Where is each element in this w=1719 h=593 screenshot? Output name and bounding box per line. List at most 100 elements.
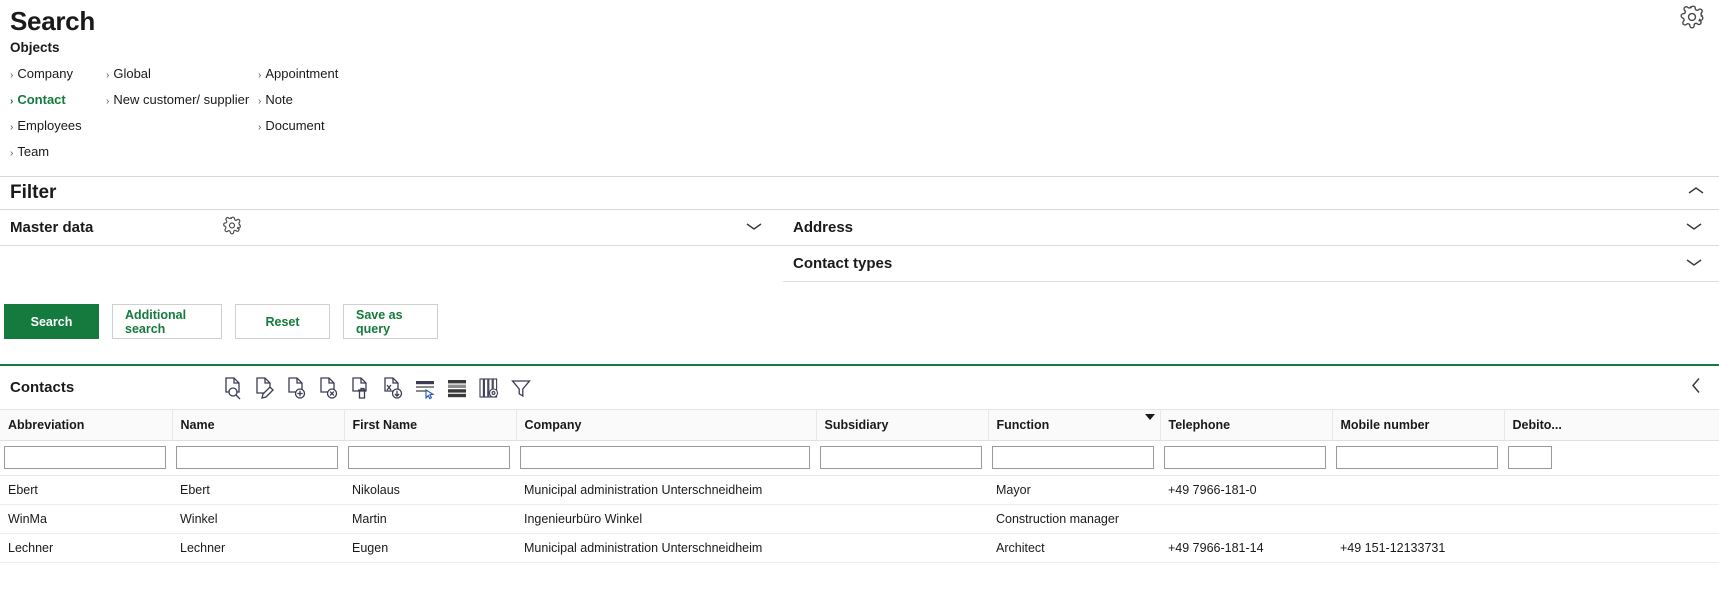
- cell-company: Municipal administration Unterschneidhei…: [516, 533, 816, 563]
- filter-input-company[interactable]: [520, 446, 810, 469]
- table-rows-icon[interactable]: [446, 376, 468, 400]
- filter-input-subsidiary[interactable]: [820, 446, 982, 469]
- object-link-team[interactable]: › Team: [10, 140, 106, 166]
- object-link-contact[interactable]: › Contact: [10, 88, 106, 114]
- chevron-right-icon: ›: [10, 70, 14, 81]
- column-label: First Name: [352, 418, 418, 432]
- chevron-right-icon: ›: [258, 70, 262, 81]
- additional-search-button[interactable]: Additional search: [112, 304, 222, 339]
- column-header-telephone[interactable]: Telephone: [1160, 410, 1333, 441]
- filter-cell-subsidiary: [816, 440, 988, 476]
- cell-first-name: Martin: [344, 504, 516, 534]
- column-label: Debito...: [1512, 418, 1562, 432]
- column-header-abbreviation[interactable]: Abbreviation: [0, 410, 173, 441]
- column-label: Function: [996, 418, 1050, 432]
- column-header-name[interactable]: Name: [172, 410, 345, 441]
- object-link-employees[interactable]: › Employees: [10, 114, 106, 140]
- column-header-subsidiary[interactable]: Subsidiary: [816, 410, 989, 441]
- filter-input-first-name[interactable]: [348, 446, 510, 469]
- filter-panel-address[interactable]: Address: [783, 210, 1719, 246]
- object-link-appointment[interactable]: › Appointment: [258, 62, 478, 88]
- gear-icon[interactable]: [222, 215, 242, 240]
- column-header-debitor[interactable]: Debito...: [1504, 410, 1719, 441]
- chevron-down-icon[interactable]: [1685, 219, 1703, 237]
- select-rows-icon[interactable]: [414, 376, 436, 400]
- filter-panels: Master data Address Contact types: [0, 210, 1719, 288]
- table-row[interactable]: WinMa Winkel Martin Ingenieurbüro Winkel…: [0, 504, 1719, 534]
- chevron-right-icon: ›: [10, 148, 14, 159]
- chevron-right-icon: ›: [10, 122, 14, 133]
- cell-abbreviation: Ebert: [0, 475, 172, 505]
- cell-telephone: +49 7966-181-14: [1160, 533, 1332, 563]
- column-label: Name: [180, 418, 215, 432]
- cell-subsidiary: [816, 533, 988, 563]
- document-edit-icon[interactable]: [254, 376, 276, 400]
- document-remove-icon[interactable]: [318, 376, 340, 400]
- search-page: Search Objects › Company › Contact › Employ…: [0, 0, 1719, 593]
- chevron-right-icon: ›: [106, 96, 110, 107]
- filter-panel-contact-types[interactable]: Contact types: [783, 246, 1719, 282]
- cell-debitor: [1504, 504, 1719, 534]
- chevron-down-icon[interactable]: [1685, 255, 1703, 273]
- filter-cell-mobile-number: [1332, 440, 1504, 476]
- save-as-query-button[interactable]: Save as query: [343, 304, 438, 339]
- object-link-new-customer-supplier[interactable]: › New customer/ supplier: [106, 88, 258, 114]
- filter-input-function[interactable]: [992, 446, 1154, 469]
- contacts-title: Contacts: [10, 379, 75, 396]
- filter-panel-label: Master data: [10, 218, 94, 236]
- search-button[interactable]: Search: [4, 304, 99, 339]
- filter-section-header[interactable]: Filter: [0, 176, 1719, 210]
- column-filter-row: [0, 440, 1719, 476]
- column-label: Company: [524, 418, 582, 432]
- action-button-row: Search Additional search Reset Save as q…: [0, 288, 1719, 360]
- cell-abbreviation: Lechner: [0, 533, 172, 563]
- table-header-row: Abbreviation Name First Name Company Sub…: [0, 410, 1719, 441]
- filter-panel-label: Contact types: [793, 254, 893, 272]
- column-header-first-name[interactable]: First Name: [344, 410, 517, 441]
- filter-input-debitor[interactable]: [1508, 446, 1552, 469]
- column-settings-icon[interactable]: [478, 376, 500, 400]
- cell-first-name: Eugen: [344, 533, 516, 563]
- objects-column-3: › Appointment › Note › Document: [258, 62, 478, 166]
- document-delete-icon[interactable]: [350, 376, 372, 400]
- column-label: Mobile number: [1340, 418, 1430, 432]
- table-row[interactable]: Lechner Lechner Eugen Municipal administ…: [0, 533, 1719, 563]
- filter-input-mobile-number[interactable]: [1336, 446, 1498, 469]
- object-link-global[interactable]: › Global: [106, 62, 258, 88]
- reset-button[interactable]: Reset: [235, 304, 330, 339]
- filter-input-telephone[interactable]: [1164, 446, 1326, 469]
- funnel-filter-icon[interactable]: [510, 376, 532, 400]
- cell-name: Ebert: [172, 475, 344, 505]
- cell-debitor: [1504, 533, 1719, 563]
- object-link-document[interactable]: › Document: [258, 114, 478, 140]
- column-header-function[interactable]: Function: [988, 410, 1161, 441]
- filter-input-name[interactable]: [176, 446, 338, 469]
- object-link-company[interactable]: › Company: [10, 62, 106, 88]
- chevron-down-icon[interactable]: [745, 219, 763, 237]
- column-header-company[interactable]: Company: [516, 410, 817, 441]
- objects-column-2: › Global › New customer/ supplier: [106, 62, 258, 166]
- filter-cell-telephone: [1160, 440, 1332, 476]
- document-add-icon[interactable]: [286, 376, 308, 400]
- cell-function: Construction manager: [988, 504, 1160, 534]
- gear-icon[interactable]: [1679, 4, 1705, 30]
- column-header-mobile-number[interactable]: Mobile number: [1332, 410, 1505, 441]
- chevron-up-icon[interactable]: [1687, 184, 1705, 202]
- cell-telephone: [1160, 504, 1332, 534]
- table-row[interactable]: Ebert Ebert Nikolaus Municipal administr…: [0, 475, 1719, 505]
- cell-telephone: +49 7966-181-0: [1160, 475, 1332, 505]
- cell-debitor: [1504, 475, 1719, 505]
- filter-cell-abbreviation: [0, 440, 172, 476]
- filter-panel-column-right: Address Contact types: [783, 210, 1719, 288]
- cell-mobile-number: [1332, 475, 1504, 505]
- filter-panel-label: Address: [793, 218, 854, 236]
- object-link-note[interactable]: › Note: [258, 88, 478, 114]
- column-label: Abbreviation: [8, 418, 85, 432]
- filter-input-abbreviation[interactable]: [4, 446, 166, 469]
- document-export-icon[interactable]: [382, 376, 404, 400]
- filter-panel-master-data[interactable]: Master data: [0, 210, 783, 246]
- column-label: Subsidiary: [824, 418, 889, 432]
- contacts-table: Abbreviation Name First Name Company Sub…: [0, 410, 1719, 563]
- document-search-icon[interactable]: [222, 376, 244, 400]
- chevron-left-icon[interactable]: [1689, 375, 1703, 400]
